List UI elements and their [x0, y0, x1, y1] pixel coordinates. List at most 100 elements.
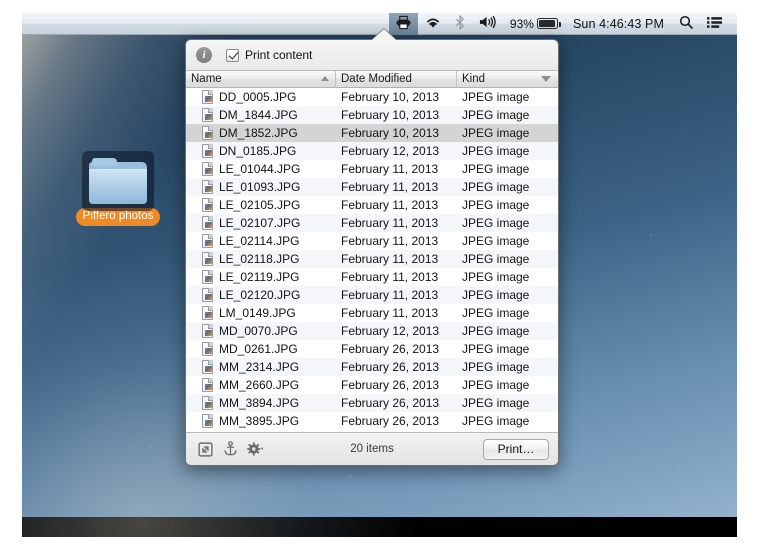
table-row[interactable]: MM_2314.JPG February 26, 2013 JPEG image: [186, 358, 558, 376]
file-date-cell: February 10, 2013: [341, 90, 440, 104]
print-content-checkbox[interactable]: [226, 48, 239, 62]
file-name-cell: LE_02107.JPG: [186, 216, 336, 230]
column-header-kind[interactable]: Kind: [457, 70, 558, 88]
jpeg-document-icon: [202, 342, 213, 356]
chevron-down-icon[interactable]: [541, 76, 551, 82]
file-date-cell: February 11, 2013: [341, 198, 439, 212]
jpeg-document-icon: [202, 270, 213, 284]
file-kind-cell: JPEG image: [462, 360, 530, 374]
menu-bar-clock[interactable]: Sun 4:46:43 PM: [565, 13, 672, 35]
jpeg-document-icon: [202, 396, 213, 410]
file-list-header: Name Date Modified Kind: [186, 70, 558, 88]
menu-extra-spotlight[interactable]: [672, 13, 700, 35]
column-header-name[interactable]: Name: [186, 70, 336, 88]
table-row[interactable]: LE_02114.JPG February 11, 2013 JPEG image: [186, 232, 558, 250]
file-kind-cell: JPEG image: [462, 270, 530, 284]
file-list[interactable]: DD_0005.JPG February 10, 2013 JPEG image DM…: [186, 88, 558, 433]
table-row[interactable]: DM_1844.JPG February 10, 2013 JPEG image: [186, 106, 558, 124]
file-kind-cell: JPEG image: [462, 324, 530, 338]
file-name-cell: LE_02120.JPG: [186, 288, 336, 302]
menu-extra-battery[interactable]: 93%: [503, 13, 565, 35]
anchor-icon[interactable]: [220, 439, 240, 459]
file-name-label: LM_0149.JPG: [219, 306, 296, 320]
print-button[interactable]: Print…: [483, 438, 549, 460]
file-kind-cell: JPEG image: [462, 378, 530, 392]
file-name-cell: LE_02119.JPG: [186, 270, 336, 284]
table-row[interactable]: LE_02118.JPG February 11, 2013 JPEG image: [186, 250, 558, 268]
table-row[interactable]: LE_01044.JPG February 11, 2013 JPEG image: [186, 160, 558, 178]
folder-tab: [92, 158, 117, 166]
file-name-cell: LE_01093.JPG: [186, 180, 336, 194]
file-date-cell: February 11, 2013: [341, 270, 439, 284]
file-kind-cell: JPEG image: [462, 342, 530, 356]
file-name-label: DM_1844.JPG: [219, 108, 298, 122]
battery-percent-label: 93%: [509, 16, 534, 31]
expand-icon[interactable]: [195, 439, 215, 459]
file-name-cell: LE_02114.JPG: [186, 234, 336, 248]
jpeg-document-icon: [202, 378, 213, 392]
table-row[interactable]: LE_02105.JPG February 11, 2013 JPEG image: [186, 196, 558, 214]
jpeg-document-icon: [202, 234, 213, 248]
menu-extra-notification-center[interactable]: [700, 13, 729, 35]
desktop-folder-piffero-photos[interactable]: Piffero photos: [70, 151, 166, 226]
print-content-checkbox-row[interactable]: Print content: [226, 48, 312, 62]
menu-extra-wifi[interactable]: [418, 13, 448, 35]
file-name-label: LE_02120.JPG: [219, 288, 301, 302]
print-content-label: Print content: [245, 48, 313, 62]
battery-icon: [536, 18, 561, 29]
info-icon[interactable]: i: [196, 47, 212, 63]
column-header-date-modified[interactable]: Date Modified: [336, 70, 457, 88]
file-date-cell: February 26, 2013: [341, 414, 440, 428]
file-kind-cell: JPEG image: [462, 396, 530, 410]
wifi-icon: [425, 16, 441, 32]
file-name-label: MM_2660.JPG: [219, 378, 300, 392]
file-name-cell: LE_01044.JPG: [186, 162, 336, 176]
file-name-label: LE_02105.JPG: [219, 198, 301, 212]
menu-extra-bluetooth[interactable]: [448, 13, 472, 35]
jpeg-document-icon: [202, 90, 213, 104]
table-row[interactable]: DN_0185.JPG February 12, 2013 JPEG image: [186, 142, 558, 160]
volume-icon: [479, 15, 496, 32]
file-name-cell: DN_0185.JPG: [186, 144, 336, 158]
table-row[interactable]: MM_2660.JPG February 26, 2013 JPEG image: [186, 376, 558, 394]
table-row[interactable]: DM_1852.JPG February 10, 2013 JPEG image: [186, 124, 558, 142]
table-row[interactable]: LE_02107.JPG February 11, 2013 JPEG image: [186, 214, 558, 232]
file-date-cell: February 10, 2013: [341, 126, 440, 140]
file-date-cell: February 11, 2013: [341, 162, 439, 176]
table-row[interactable]: LE_02119.JPG February 11, 2013 JPEG image: [186, 268, 558, 286]
table-row[interactable]: LE_01093.JPG February 11, 2013 JPEG image: [186, 178, 558, 196]
file-date-cell: February 11, 2013: [341, 306, 439, 320]
table-row[interactable]: DD_0005.JPG February 10, 2013 JPEG image: [186, 88, 558, 106]
file-name-cell: DD_0005.JPG: [186, 90, 336, 104]
table-row[interactable]: MD_0261.JPG February 26, 2013 JPEG image: [186, 340, 558, 358]
jpeg-document-icon: [202, 180, 213, 194]
file-date-cell: February 26, 2013: [341, 360, 440, 374]
folder-front: [89, 169, 147, 204]
screen-bezel: 93% Sun 4:46:43 PM Piffero photos i Prin…: [22, 13, 737, 537]
table-row[interactable]: MM_3894.JPG February 26, 2013 JPEG image: [186, 394, 558, 412]
table-row[interactable]: MM_3895.JPG February 26, 2013 JPEG image: [186, 412, 558, 430]
file-name-label: MM_3894.JPG: [219, 396, 300, 410]
file-date-cell: February 11, 2013: [341, 288, 439, 302]
popover-footer: 20 items Print…: [186, 433, 558, 465]
file-name-label: LE_02118.JPG: [219, 252, 300, 266]
file-date-cell: February 26, 2013: [341, 396, 440, 410]
table-row[interactable]: LM_0149.JPG February 11, 2013 JPEG image: [186, 304, 558, 322]
file-date-cell: February 11, 2013: [341, 252, 439, 266]
file-name-cell: MD_0261.JPG: [186, 342, 336, 356]
jpeg-document-icon: [202, 252, 213, 266]
file-name-cell: MM_2314.JPG: [186, 360, 336, 374]
jpeg-document-icon: [202, 414, 213, 428]
file-kind-cell: JPEG image: [462, 90, 530, 104]
gear-menu-button[interactable]: [245, 439, 265, 459]
menu-extra-volume[interactable]: [472, 13, 503, 35]
file-name-label: DN_0185.JPG: [219, 144, 297, 158]
file-kind-cell: JPEG image: [462, 288, 530, 302]
table-row[interactable]: MD_0070.JPG February 12, 2013 JPEG image: [186, 322, 558, 340]
table-row[interactable]: LE_02120.JPG February 11, 2013 JPEG image: [186, 286, 558, 304]
file-name-cell: DM_1844.JPG: [186, 108, 336, 122]
file-date-cell: February 12, 2013: [341, 324, 440, 338]
file-kind-cell: JPEG image: [462, 180, 530, 194]
file-kind-cell: JPEG image: [462, 144, 530, 158]
popover-pointer-arrow: [372, 29, 396, 40]
